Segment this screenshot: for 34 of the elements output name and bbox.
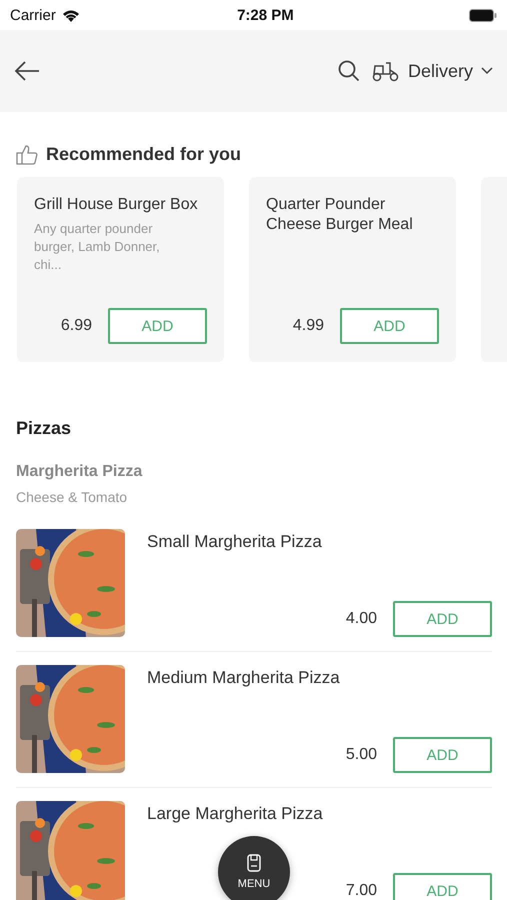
carrier-label: Carrier [10, 6, 56, 24]
subcategory-title: Margherita Pizza [15, 462, 144, 481]
chevron-down-icon [481, 67, 493, 75]
recommended-card[interactable]: Quarter Pounder Cheese Burger Meal 4.99 ADD [249, 177, 456, 362]
dish-price: 7.00 [346, 882, 377, 900]
dish-name: Quarter Pounder Cheese Burger Meal [266, 195, 414, 235]
recommended-card[interactable]: Grill House Burger Box Any quarter pounder burger, Lamb Donner, chi... 6.99 ADD [17, 177, 224, 362]
dish-name: Medium Margherita Pizza [147, 668, 341, 688]
order-mode-dropdown[interactable]: Delivery [372, 60, 493, 82]
add-button[interactable]: ADD [108, 308, 207, 344]
menu-button[interactable]: MENU [218, 836, 290, 900]
battery-icon [468, 8, 497, 22]
dish-price: 6.99 [60, 317, 92, 335]
thumbs-up-icon [16, 144, 38, 164]
add-button[interactable]: ADD [393, 601, 492, 637]
add-button[interactable]: ADD [393, 873, 492, 900]
add-button[interactable]: ADD [393, 737, 492, 773]
search-button[interactable] [338, 60, 360, 82]
dish-name: Large Margherita Pizza [147, 804, 324, 824]
dish-description: Any quarter pounder burger, Lamb Donner, chi... [34, 220, 161, 274]
wifi-icon [62, 8, 80, 22]
dish-price: 5.00 [346, 746, 377, 764]
menu-card-icon [247, 854, 261, 872]
category-title: Pizzas [15, 417, 72, 439]
dish-price: 4.99 [292, 317, 324, 335]
dish-name: Small Margherita Pizza [147, 532, 323, 552]
section-title: Recommended for you [46, 144, 242, 165]
dish-name: Grill House Burger Box [34, 195, 199, 215]
dish-price: 4.00 [346, 610, 377, 628]
subcategory-description: Cheese & Tomato [15, 488, 128, 505]
add-button[interactable]: ADD [340, 308, 439, 344]
status-time: 7:28 PM [237, 6, 294, 24]
scooter-icon [372, 60, 400, 82]
back-button[interactable] [14, 61, 40, 81]
